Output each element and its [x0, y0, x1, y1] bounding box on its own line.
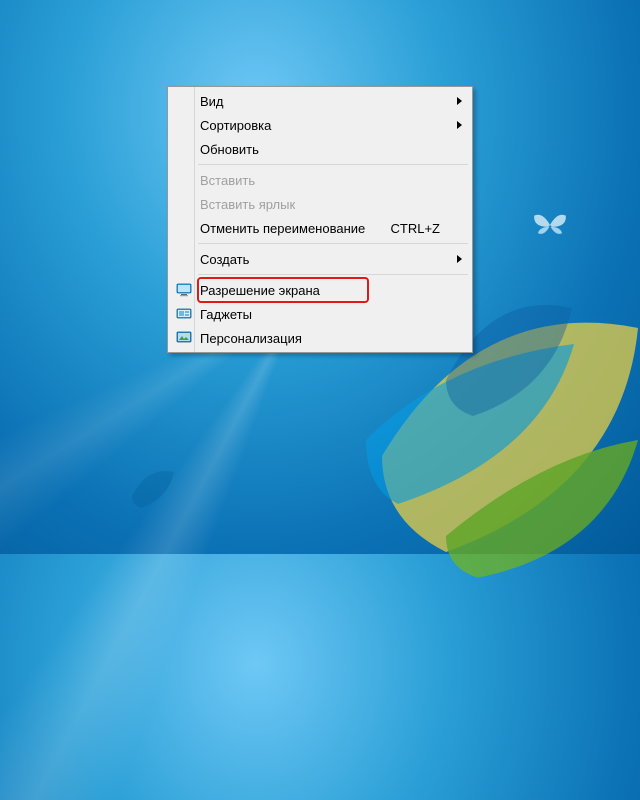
menu-item-paste-shortcut: Вставить ярлык — [170, 192, 470, 216]
menu-item-label: Вставить — [200, 173, 440, 188]
blank-icon — [174, 115, 194, 135]
blank-icon — [174, 170, 194, 190]
personalize-icon — [174, 328, 194, 348]
menu-item-undo-rename[interactable]: Отменить переименованиеCTRL+Z — [170, 216, 470, 240]
desktop-context-menu: Вид Сортировка Обновить Вставить Вставить яр… — [167, 86, 473, 353]
menu-item-personalize[interactable]: Персонализация — [170, 326, 470, 350]
chevron-right-icon — [457, 121, 462, 129]
blank-icon — [174, 139, 194, 159]
menu-item-view[interactable]: Вид — [170, 89, 470, 113]
blank-icon — [174, 194, 194, 214]
butterfly-icon — [530, 210, 570, 240]
monitor-icon — [174, 280, 194, 300]
menu-item-label: Создать — [200, 252, 440, 267]
menu-item-paste: Вставить — [170, 168, 470, 192]
menu-item-label: Персонализация — [200, 331, 440, 346]
menu-item-gadgets[interactable]: Гаджеты — [170, 302, 470, 326]
menu-separator — [198, 164, 468, 165]
chevron-right-icon — [457, 97, 462, 105]
menu-separator — [198, 274, 468, 275]
menu-item-label: Вид — [200, 94, 440, 109]
blank-icon — [174, 249, 194, 269]
menu-item-label: Сортировка — [200, 118, 440, 133]
menu-item-label: Разрешение экрана — [200, 283, 440, 298]
menu-item-new[interactable]: Создать — [170, 247, 470, 271]
menu-item-screen-resolution[interactable]: Разрешение экрана — [170, 278, 470, 302]
desktop-decor-leaf-small — [120, 454, 180, 514]
menu-item-sort[interactable]: Сортировка — [170, 113, 470, 137]
blank-icon — [174, 218, 194, 238]
menu-item-label: Вставить ярлык — [200, 197, 440, 212]
gadget-icon — [174, 304, 194, 324]
menu-item-label: Отменить переименование — [200, 221, 391, 236]
blank-icon — [174, 91, 194, 111]
menu-separator — [198, 243, 468, 244]
menu-item-label: Обновить — [200, 142, 440, 157]
chevron-right-icon — [457, 255, 462, 263]
menu-item-shortcut: CTRL+Z — [391, 221, 440, 236]
menu-item-label: Гаджеты — [200, 307, 440, 322]
menu-item-refresh[interactable]: Обновить — [170, 137, 470, 161]
